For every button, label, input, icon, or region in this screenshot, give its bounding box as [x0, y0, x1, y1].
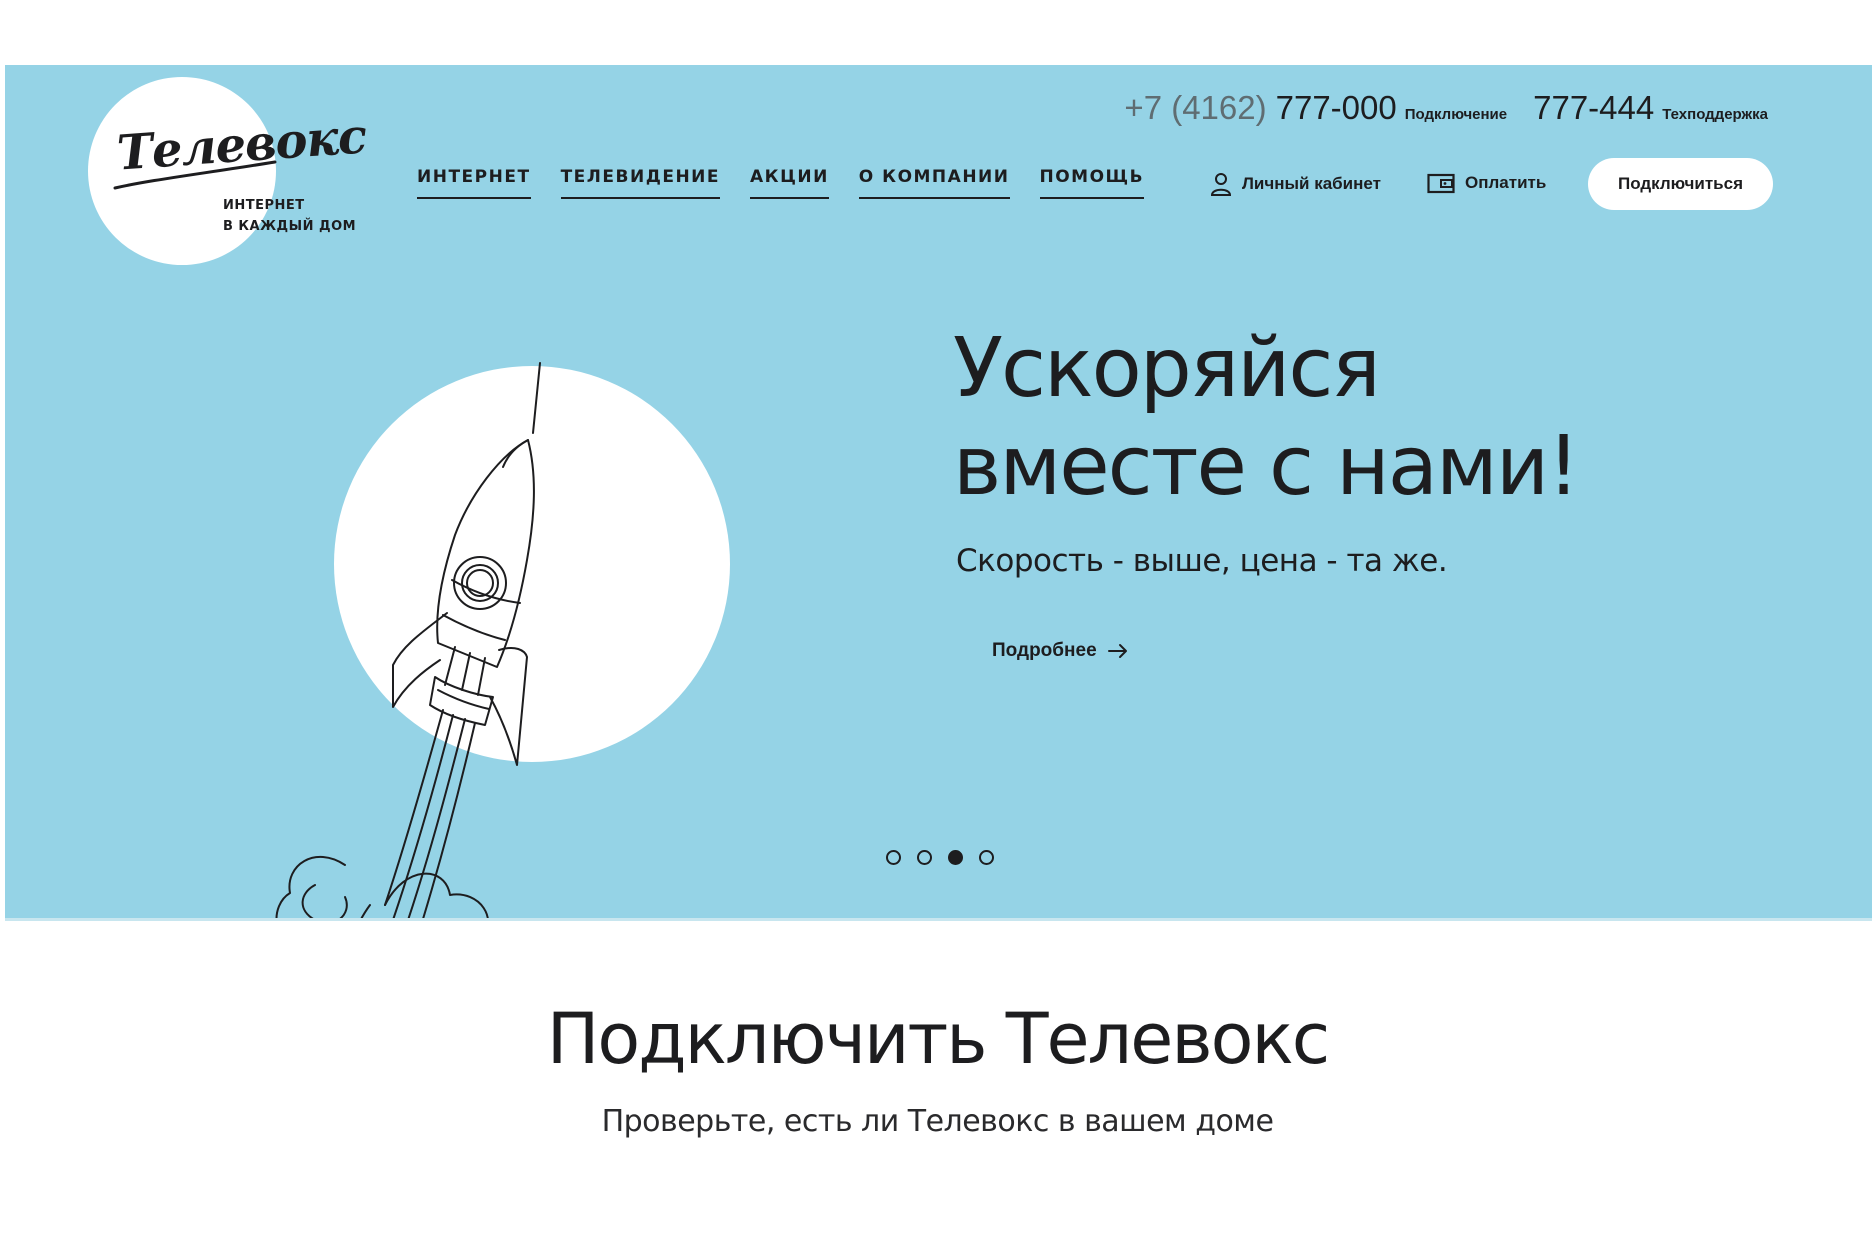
hero-banner: Телевокс ИНТЕРНЕТ В КАЖДЫЙ ДОМ +7 (4162)… [5, 65, 1872, 921]
hero-title: Ускоряйся вместе с нами! [953, 320, 1580, 516]
slider-dot-4[interactable] [979, 850, 994, 865]
user-icon [1210, 173, 1232, 196]
phone-connect-label: Подключение [1404, 106, 1508, 123]
logo-tagline-line2: В КАЖДЫЙ ДОМ [223, 219, 357, 234]
phone-prefix: +7 (4162) [1124, 89, 1267, 126]
more-link-label: Подробнее [992, 640, 1097, 661]
logo-tagline: ИНТЕРНЕТ В КАЖДЫЙ ДОМ [223, 195, 356, 237]
phone-numbers: +7 (4162) 777-000 Подключение 777-444 Те… [1124, 89, 1768, 127]
nav-item-internet[interactable]: ИНТЕРНЕТ [417, 167, 531, 199]
nav-item-promotions[interactable]: АКЦИИ [750, 167, 829, 199]
phone-connect[interactable]: 777-000 [1276, 89, 1397, 127]
arrow-right-icon [1107, 644, 1127, 658]
account-link[interactable]: Личный кабинет [1210, 172, 1381, 196]
nav-item-help[interactable]: ПОМОЩЬ [1039, 167, 1145, 199]
hero-title-line2: вместе с нами! [953, 419, 1580, 514]
nav-item-tv[interactable]: ТЕЛЕВИДЕНИЕ [560, 167, 721, 199]
slider-dots [886, 850, 994, 865]
rocket-illustration [275, 362, 541, 921]
hero-divider [5, 918, 1872, 921]
hero-title-line1: Ускоряйся [953, 321, 1381, 416]
connect-button[interactable]: Подключиться [1588, 158, 1773, 210]
connect-section-title: Подключить Телевокс [546, 998, 1330, 1080]
pay-link[interactable]: Оплатить [1427, 172, 1546, 194]
account-label: Личный кабинет [1242, 174, 1381, 193]
pay-label: Оплатить [1465, 173, 1547, 192]
slider-dot-1[interactable] [886, 850, 901, 865]
hero-subtitle: Скорость - выше, цена - та же. [956, 543, 1448, 579]
connect-section-subtitle: Проверьте, есть ли Телевокс в вашем доме [601, 1104, 1274, 1139]
logo-tagline-line1: ИНТЕРНЕТ [223, 198, 305, 213]
phone-support[interactable]: 777-444 [1533, 89, 1654, 127]
nav-item-about[interactable]: О КОМПАНИИ [858, 167, 1010, 199]
more-link[interactable]: Подробнее [992, 640, 1129, 662]
slider-dot-2[interactable] [917, 850, 932, 865]
main-nav: ИНТЕРНЕТ ТЕЛЕВИДЕНИЕ АКЦИИ О КОМПАНИИ ПО… [417, 167, 1145, 199]
logo-swash [113, 160, 277, 190]
wallet-icon [1427, 173, 1455, 194]
phone-support-label: Техподдержка [1662, 106, 1768, 123]
slider-dot-3[interactable] [948, 850, 963, 865]
